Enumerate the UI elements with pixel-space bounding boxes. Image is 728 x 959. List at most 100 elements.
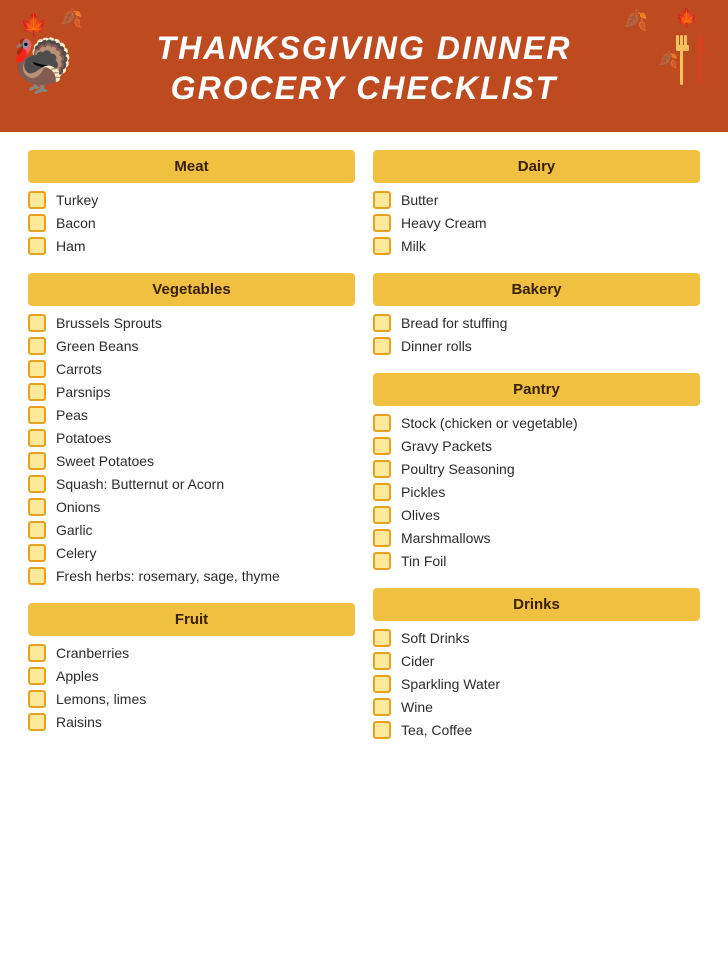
list-item: Peas — [28, 406, 355, 424]
checkbox[interactable] — [373, 721, 391, 739]
item-label: Cranberries — [56, 645, 129, 661]
item-label: Dinner rolls — [401, 338, 472, 354]
checkbox[interactable] — [28, 383, 46, 401]
checkbox[interactable] — [373, 552, 391, 570]
list-item: Butter — [373, 191, 700, 209]
checkbox[interactable] — [28, 429, 46, 447]
checkbox[interactable] — [28, 191, 46, 209]
checkbox[interactable] — [373, 237, 391, 255]
checkbox[interactable] — [28, 314, 46, 332]
checkbox[interactable] — [373, 414, 391, 432]
checkbox[interactable] — [373, 437, 391, 455]
checkbox[interactable] — [28, 237, 46, 255]
checkbox[interactable] — [28, 521, 46, 539]
item-label: Ham — [56, 238, 86, 254]
checkbox[interactable] — [28, 475, 46, 493]
checkbox[interactable] — [373, 483, 391, 501]
list-item: Parsnips — [28, 383, 355, 401]
checkbox[interactable] — [373, 652, 391, 670]
item-label: Turkey — [56, 192, 98, 208]
list-item: Turkey — [28, 191, 355, 209]
checkbox[interactable] — [28, 360, 46, 378]
list-item: Bacon — [28, 214, 355, 232]
item-label: Cider — [401, 653, 434, 669]
header: 🍁 🍂 🍁 🦃 🍂 🍁 🍂 THANKSGIVING DINNER — [0, 0, 728, 132]
header-title: THANKSGIVING DINNER GROCERY CHECKLIST — [40, 28, 688, 108]
section-header-pantry: Pantry — [373, 373, 700, 406]
columns: Meat Turkey Bacon Ham — [28, 150, 700, 757]
checkbox[interactable] — [28, 544, 46, 562]
leaf-decor-5: 🍁 — [676, 8, 698, 29]
list-item: Tin Foil — [373, 552, 700, 570]
list-item: Tea, Coffee — [373, 721, 700, 739]
list-item: Garlic — [28, 521, 355, 539]
item-label: Green Beans — [56, 338, 139, 354]
leaf-decor-6: 🍂 — [658, 50, 678, 70]
checkbox[interactable] — [28, 214, 46, 232]
list-item: Cider — [373, 652, 700, 670]
item-label: Squash: Butternut or Acorn — [56, 476, 224, 492]
checkbox[interactable] — [373, 675, 391, 693]
item-label: Poultry Seasoning — [401, 461, 515, 477]
checkbox[interactable] — [373, 314, 391, 332]
leaf-decor-4: 🍂 — [623, 8, 648, 33]
checkbox[interactable] — [28, 337, 46, 355]
item-label: Lemons, limes — [56, 691, 146, 707]
item-label: Wine — [401, 699, 433, 715]
section-fruit: Fruit Cranberries Apples Lemons, limes — [28, 603, 355, 731]
checkbox[interactable] — [373, 191, 391, 209]
list-item: Heavy Cream — [373, 214, 700, 232]
checkbox[interactable] — [373, 698, 391, 716]
checkbox[interactable] — [28, 406, 46, 424]
right-column: Dairy Butter Heavy Cream Milk — [373, 150, 700, 757]
list-item: Apples — [28, 667, 355, 685]
item-label: Carrots — [56, 361, 102, 377]
checkbox[interactable] — [373, 629, 391, 647]
item-label: Tea, Coffee — [401, 722, 472, 738]
list-item: Raisins — [28, 713, 355, 731]
checkbox[interactable] — [373, 529, 391, 547]
section-header-vegetables: Vegetables — [28, 273, 355, 306]
item-label: Sweet Potatoes — [56, 453, 154, 469]
item-label: Garlic — [56, 522, 93, 538]
list-item: Cranberries — [28, 644, 355, 662]
item-label: Raisins — [56, 714, 102, 730]
item-label: Apples — [56, 668, 99, 684]
cutlery-icon — [676, 31, 714, 101]
section-vegetables: Vegetables Brussels Sprouts Green Beans … — [28, 273, 355, 585]
checkbox[interactable] — [28, 667, 46, 685]
checkbox[interactable] — [28, 452, 46, 470]
section-meat: Meat Turkey Bacon Ham — [28, 150, 355, 255]
item-label: Celery — [56, 545, 96, 561]
page: 🍁 🍂 🍁 🦃 🍂 🍁 🍂 THANKSGIVING DINNER — [0, 0, 728, 959]
checkbox[interactable] — [373, 506, 391, 524]
checkbox[interactable] — [28, 690, 46, 708]
list-item: Stock (chicken or vegetable) — [373, 414, 700, 432]
turkey-icon: 🦃 — [10, 36, 75, 97]
checkbox[interactable] — [373, 460, 391, 478]
checkbox[interactable] — [28, 713, 46, 731]
item-label: Soft Drinks — [401, 630, 469, 646]
checkbox[interactable] — [28, 644, 46, 662]
list-item: Celery — [28, 544, 355, 562]
list-item: Marshmallows — [373, 529, 700, 547]
item-label: Gravy Packets — [401, 438, 492, 454]
content: Meat Turkey Bacon Ham — [0, 132, 728, 781]
checkbox[interactable] — [373, 214, 391, 232]
checkbox[interactable] — [28, 567, 46, 585]
list-item: Poultry Seasoning — [373, 460, 700, 478]
item-label: Stock (chicken or vegetable) — [401, 415, 578, 431]
item-label: Potatoes — [56, 430, 111, 446]
item-label: Tin Foil — [401, 553, 446, 569]
list-item: Milk — [373, 237, 700, 255]
item-label: Peas — [56, 407, 88, 423]
list-item: Fresh herbs: rosemary, sage, thyme — [28, 567, 355, 585]
item-label: Butter — [401, 192, 438, 208]
checkbox[interactable] — [373, 337, 391, 355]
checkbox[interactable] — [28, 498, 46, 516]
list-item: Potatoes — [28, 429, 355, 447]
section-pantry: Pantry Stock (chicken or vegetable) Grav… — [373, 373, 700, 570]
item-label: Marshmallows — [401, 530, 490, 546]
list-item: Olives — [373, 506, 700, 524]
section-drinks: Drinks Soft Drinks Cider Sparkling Water — [373, 588, 700, 739]
